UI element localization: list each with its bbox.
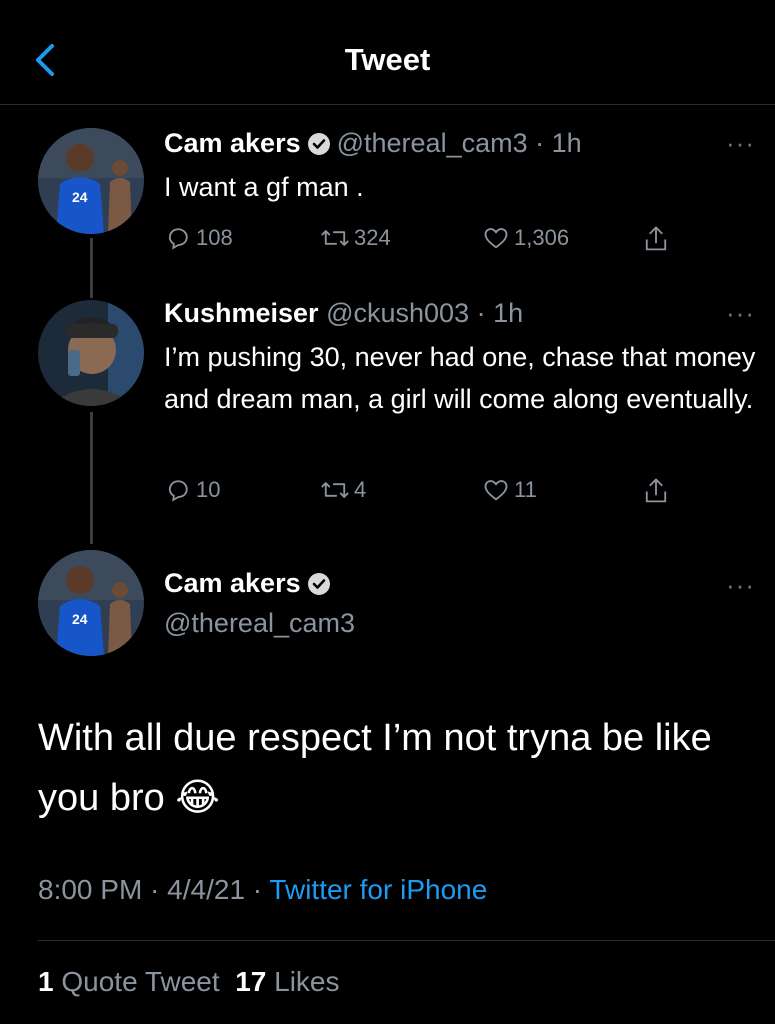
reply-button[interactable]: 108 [164,224,233,252]
svg-text:24: 24 [72,611,88,627]
laughing-emoji: 😂 [175,777,220,819]
tweet-text: I’m pushing 30, never had one, chase tha… [164,342,756,414]
author-handle[interactable]: @ckush003 [326,298,469,328]
thread-connector [90,238,93,298]
retweet-button[interactable]: 4 [320,476,366,504]
reply-button[interactable]: 10 [164,476,220,504]
quote-count: 1 [38,966,54,997]
retweet-count: 324 [354,225,391,250]
avatar-image [38,300,144,406]
thread-connector [90,412,93,544]
author-handle[interactable]: @thereal_cam3 [337,128,528,158]
main-tweet-text: With all due respect I’m not tryna be li… [38,708,758,828]
author-handle[interactable]: @thereal_cam3 [164,608,355,639]
tweet-date: 4/4/21 [167,874,246,905]
share-icon [645,226,667,251]
avatar-image: 24 [38,550,144,656]
likes-count: 17 [235,966,267,997]
reply-count: 10 [196,477,221,502]
quote-tweets-link[interactable]: 1 Quote Tweet [38,966,220,997]
more-icon[interactable]: ··· [726,128,755,159]
tweet-meta: 8:00 PM · 4/4/21 · Twitter for iPhone [38,874,488,905]
reply-icon [168,228,188,250]
quote-label: Quote Tweet [61,966,220,997]
main-tweet-author: Cam akers [164,568,337,599]
svg-text:24: 24 [72,189,88,205]
page-title: Tweet [344,42,431,77]
tweet-time: 1h [493,298,524,328]
retweet-icon [321,482,349,498]
like-icon [484,480,508,501]
tweet-header: Kushmeiser @ckush003 · 1h [164,298,524,328]
tweet-source-link[interactable]: Twitter for iPhone [269,874,487,905]
divider [38,940,775,941]
author-name[interactable]: Cam akers [164,568,301,598]
tweet-stats: 1 Quote Tweet 17 Likes [38,966,340,998]
verified-badge-icon [307,573,330,595]
like-count: 11 [514,477,537,502]
share-button[interactable] [642,224,674,254]
retweet-button[interactable]: 324 [320,224,391,252]
author-name[interactable]: Cam akers [164,128,301,158]
verified-badge-icon [307,133,330,155]
reply-count: 108 [196,225,233,250]
tweet-time: 1h [551,128,582,158]
retweet-count: 4 [354,477,367,502]
avatar[interactable]: 24 [38,550,144,656]
tweet-header: Cam akers @thereal_cam3 · 1h [164,128,582,158]
retweet-icon [321,230,349,246]
more-icon[interactable]: ··· [726,298,755,329]
like-count: 1,306 [514,225,570,250]
like-icon [484,228,508,249]
top-bar: Tweet [0,0,775,105]
like-button[interactable]: 11 [482,476,537,504]
tweet-time: 8:00 PM [38,874,143,905]
avatar[interactable] [38,300,144,406]
reply-icon [168,480,188,502]
avatar-image: 24 [38,128,144,234]
tweet-text: I want a gf man . [164,172,364,202]
more-icon[interactable]: ··· [726,570,755,601]
share-button[interactable] [642,476,674,506]
likes-label: Likes [274,966,340,997]
avatar[interactable]: 24 [38,128,144,234]
author-name[interactable]: Kushmeiser [164,298,319,328]
likes-link[interactable]: 17 Likes [235,966,339,997]
share-icon [645,478,667,503]
tweet-text: With all due respect I’m not tryna be li… [38,717,712,819]
like-button[interactable]: 1,306 [482,224,569,252]
